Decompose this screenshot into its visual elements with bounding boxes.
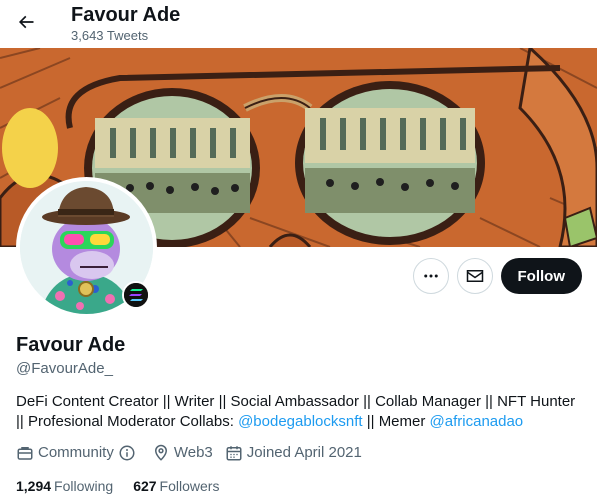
meta-category: Community — [16, 443, 140, 463]
following-label: Following — [54, 478, 114, 494]
followers-label: Followers — [159, 478, 220, 494]
followers-link[interactable]: 627 Followers — [133, 476, 219, 496]
header-title: Favour Ade — [71, 4, 181, 26]
location-pin-icon — [154, 444, 167, 461]
bio-link-bodegablocksnft[interactable]: @bodegablocksnft — [238, 413, 362, 430]
following-count: 1,294 — [16, 478, 52, 494]
profile-handle: @FavourAde_ — [16, 360, 113, 377]
bio-mid: || Memer — [362, 413, 430, 430]
joined-label: Joined April 2021 — [246, 444, 362, 461]
bio-line1: DeFi Content Creator || Writer || Social… — [16, 393, 576, 410]
briefcase-icon — [17, 447, 33, 460]
info-icon[interactable] — [118, 444, 136, 462]
arrow-left-icon — [18, 15, 34, 29]
profile-bio: DeFi Content Creator || Writer || Social… — [16, 392, 586, 432]
bio-line2-prefix: || Profesional Moderator Collabs: — [16, 413, 239, 430]
meta-location: Web3 — [152, 443, 213, 463]
location-label: Web3 — [173, 444, 213, 461]
tweet-count: 3,643 Tweets — [71, 28, 149, 43]
category-label: Community — [38, 444, 114, 461]
more-button[interactable] — [412, 258, 449, 294]
more-icon — [423, 274, 438, 278]
solana-icon[interactable] — [122, 281, 150, 309]
message-button[interactable] — [456, 258, 493, 294]
profile-header: Favour Ade 3,643 Tweets — [0, 0, 597, 48]
bio-link-africanadao[interactable]: @africanadao — [430, 413, 524, 430]
meta-joined: Joined April 2021 — [225, 443, 362, 463]
mail-icon — [466, 270, 483, 282]
profile-actions: Follow — [412, 258, 582, 294]
profile-meta: Community Web3 Joined April 2021 — [16, 443, 374, 463]
following-link[interactable]: 1,294 Following — [16, 476, 113, 496]
followers-count: 627 — [133, 478, 157, 494]
calendar-icon — [226, 446, 242, 461]
profile-stats: 1,294 Following 627 Followers — [16, 476, 239, 496]
profile-name: Favour Ade — [16, 334, 126, 356]
follow-button[interactable]: Follow — [500, 258, 582, 294]
back-button[interactable] — [10, 6, 42, 38]
